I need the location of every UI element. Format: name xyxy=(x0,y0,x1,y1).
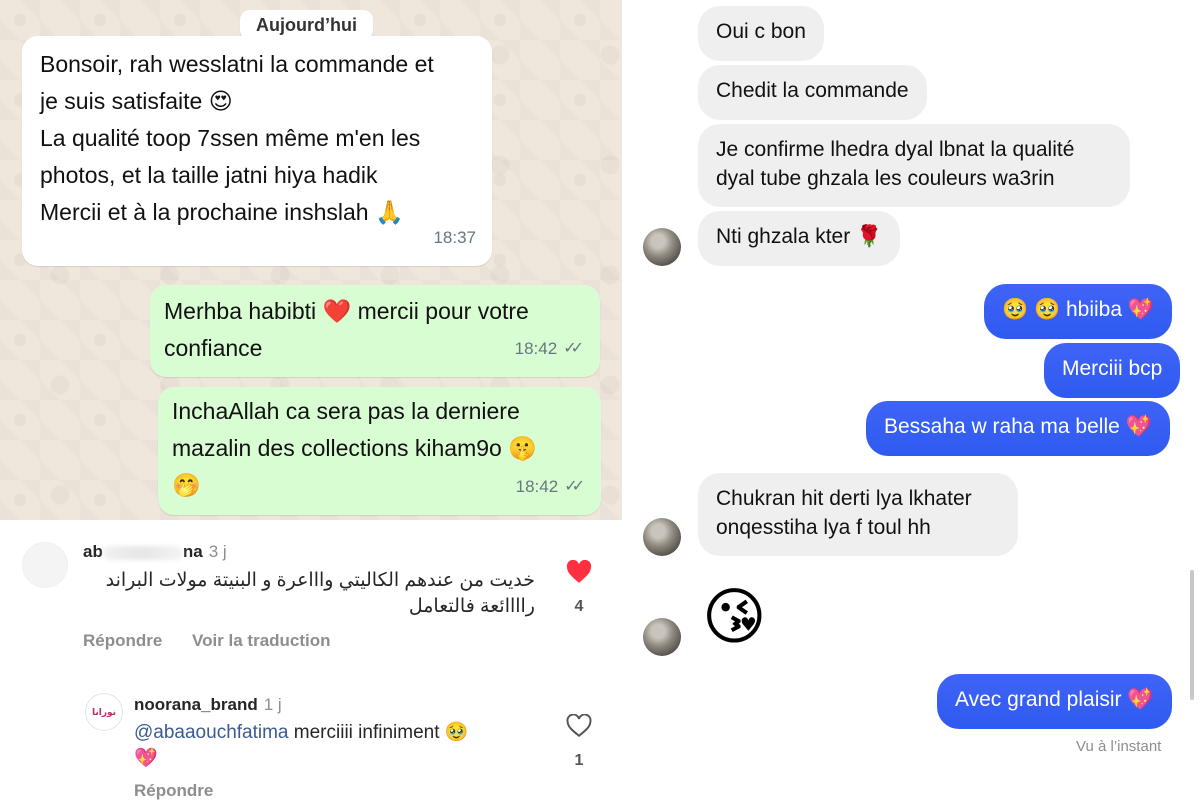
ms-message-outgoing[interactable]: Merciii bcp xyxy=(1044,343,1181,398)
read-receipt-icon: ✓✓ xyxy=(563,340,584,357)
reply-button[interactable]: Répondre xyxy=(134,781,213,801)
wa-message-outgoing[interactable]: InchaAllah ca sera pas la derniere mazal… xyxy=(158,387,601,515)
instagram-comments-panel: ab na 3 j خديت من عندهم الكاليتي واااعرة و… xyxy=(0,520,622,800)
message-time: 18:42 xyxy=(514,339,558,358)
ms-message-outgoing[interactable]: 🥹 🥹 hbiiba 💖 xyxy=(984,284,1172,339)
ms-message-outgoing[interactable]: Bessaha w raha ma belle 💖 xyxy=(866,401,1170,456)
message-text: Bonsoir, rah wesslatni la commande et je… xyxy=(40,51,434,225)
blurred-username xyxy=(102,545,183,560)
reply-username[interactable]: noorana_brand 1 j xyxy=(134,695,282,715)
contact-avatar[interactable] xyxy=(643,228,681,266)
comment-username[interactable]: ab na 3 j xyxy=(83,542,227,562)
ms-message-outgoing[interactable]: Avec grand plaisir 💖 xyxy=(937,674,1172,729)
like-count: 4 xyxy=(574,598,584,615)
ms-message-incoming[interactable]: Chedit la commande xyxy=(698,65,927,120)
wa-message-outgoing[interactable]: Merhba habibti ❤️ mercii pour votre conf… xyxy=(150,285,600,377)
like-count: 1 xyxy=(574,752,584,769)
brand-avatar[interactable]: نورانا xyxy=(85,693,123,731)
ms-message-incoming[interactable]: Je confirme lhedra dyal lbnat la qualité… xyxy=(698,124,1130,207)
reply-text: @abaaouchfatima merciiii infiniment 🥹 💖 xyxy=(134,722,469,769)
ms-message-incoming[interactable]: Nti ghzala kter 🌹 xyxy=(698,211,901,266)
like-button[interactable] xyxy=(564,713,594,743)
seen-status: Vu à l’instant xyxy=(1076,738,1162,755)
heart-outline-icon xyxy=(566,713,592,737)
message-meta: 18:42 ✓✓ xyxy=(515,330,584,367)
brand-logo: نورانا xyxy=(91,706,117,717)
contact-avatar[interactable] xyxy=(643,518,681,556)
message-time: 18:42 xyxy=(515,477,559,496)
message-meta: 18:42 ✓✓ xyxy=(516,468,585,505)
message-time: 18:37 xyxy=(433,228,476,247)
contact-avatar[interactable] xyxy=(643,618,681,656)
reply-time: 1 j xyxy=(263,695,282,714)
ms-message-incoming[interactable]: Oui c bon xyxy=(698,6,824,61)
comment-time: 3 j xyxy=(208,542,227,561)
wa-message-incoming[interactable]: Bonsoir, rah wesslatni la commande et je… xyxy=(22,36,492,266)
ms-emoji-message[interactable]: 😘 xyxy=(702,587,767,649)
see-translation-button[interactable]: Voir la traduction xyxy=(192,631,331,651)
message-meta: 18:37 xyxy=(433,219,476,256)
scrollbar[interactable] xyxy=(1190,570,1194,700)
whatsapp-chat-panel: Aujourd’hui Bonsoir, rah wesslatni la co… xyxy=(0,0,622,520)
like-button[interactable] xyxy=(564,559,594,589)
comment-text: خديت من عندهم الكاليتي واااعرة و البنيتة… xyxy=(105,570,535,617)
commenter-avatar[interactable] xyxy=(22,542,68,588)
ms-message-incoming[interactable]: Chukran hit derti lya lkhater onqesstiha… xyxy=(698,473,1018,556)
mention-link[interactable]: @abaaouchfatima xyxy=(134,722,289,743)
read-receipt-icon: ✓✓ xyxy=(564,478,585,495)
heart-filled-icon xyxy=(566,559,592,583)
reply-button[interactable]: Répondre xyxy=(83,631,162,651)
